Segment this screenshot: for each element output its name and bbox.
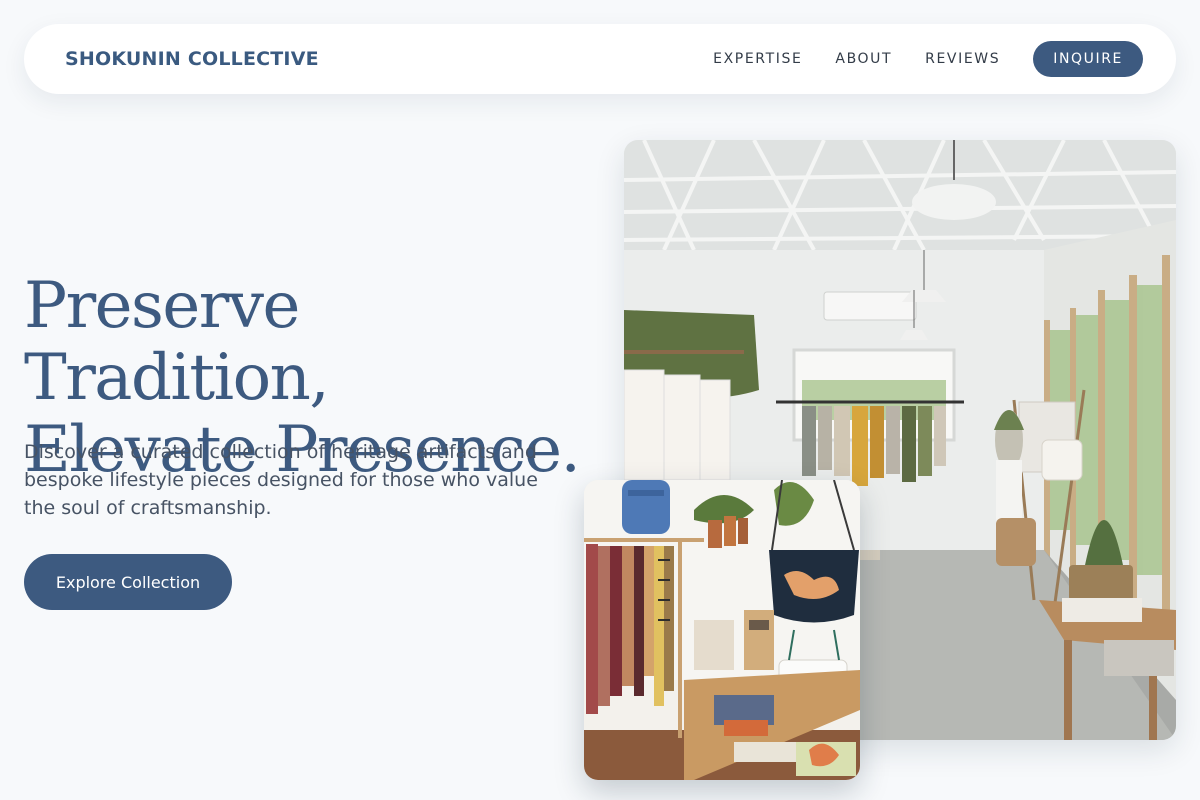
nav-links: EXPERTISE ABOUT REVIEWS INQUIRE bbox=[713, 41, 1143, 77]
brand-logo[interactable]: SHOKUNIN COLLECTIVE bbox=[65, 48, 319, 70]
explore-collection-button[interactable]: Explore Collection bbox=[24, 554, 232, 610]
nav-link-reviews[interactable]: REVIEWS bbox=[925, 51, 1000, 67]
inquire-button[interactable]: INQUIRE bbox=[1033, 41, 1143, 77]
nav-link-expertise[interactable]: EXPERTISE bbox=[713, 51, 802, 67]
hero-subtitle: Discover a curated collection of heritag… bbox=[24, 441, 538, 519]
nav-link-about[interactable]: ABOUT bbox=[835, 51, 892, 67]
shop-detail-photo bbox=[584, 480, 860, 780]
top-navigation: SHOKUNIN COLLECTIVE EXPERTISE ABOUT REVI… bbox=[24, 24, 1176, 94]
hero-title-line-1: Preserve Tradition, bbox=[24, 269, 330, 415]
